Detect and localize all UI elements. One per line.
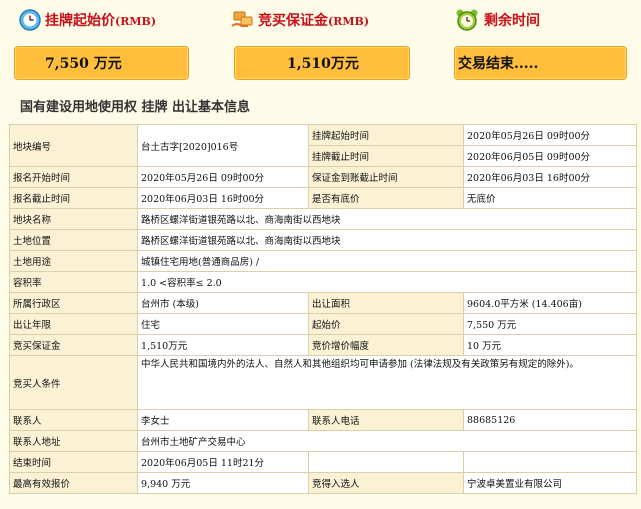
empty-cell xyxy=(308,451,464,473)
remaining-time-value: 交易结束..... xyxy=(458,56,539,72)
table-row: 联系人 李女士 联系人电话 88685126 xyxy=(9,409,637,431)
signup-start-value: 2020年05月26日 09时00分 xyxy=(137,166,309,188)
hands-money-icon xyxy=(230,8,256,32)
far-value: 1.0 <容积率≤ 2.0 xyxy=(137,271,637,293)
alarm-clock-icon xyxy=(454,8,480,32)
start-price-row-value: 7,550 万元 xyxy=(463,313,637,335)
table-row: 结束时间 2020年06月05日 11时21分 xyxy=(9,451,637,473)
table-row: 地块名称 路桥区螺洋街道银苑路以北、商海南街以西地块 xyxy=(9,208,637,230)
signup-end-value: 2020年06月03日 16时00分 xyxy=(137,187,309,209)
parcel-name-value: 路桥区螺洋街道银苑路以北、商海南街以西地块 xyxy=(137,208,637,230)
table-row: 出让年限 住宅 起始价 7,550 万元 xyxy=(9,313,637,335)
table-row: 最高有效报价 9,940 万元 竞得入选人 宁波卓美置业有限公司 xyxy=(9,472,637,494)
table-row: 竞买人条件 中华人民共和国境内外的法人、自然人和其他组织均可申请参加 (法律法规… xyxy=(9,355,637,410)
parcel-no-label: 地块编号 xyxy=(9,124,138,167)
remaining-time-box: 交易结束..... xyxy=(454,46,627,80)
clock-icon xyxy=(17,8,43,32)
start-price-row-label: 起始价 xyxy=(308,313,464,335)
listing-end-label: 挂牌截止时间 xyxy=(308,145,464,167)
conditions-value: 中华人民共和国境内外的法人、自然人和其他组织均可申请参加 (法律法规及有关政策另… xyxy=(137,355,637,410)
contact-value: 李女士 xyxy=(137,409,309,431)
increment-label: 竞价增价幅度 xyxy=(308,334,464,356)
table-row: 土地用途 城镇住宅用地(普通商品房) / xyxy=(9,250,637,272)
signup-start-label: 报名开始时间 xyxy=(9,166,138,188)
land-usage-label: 土地用途 xyxy=(9,250,138,272)
reserve-price-value: 无底价 xyxy=(463,187,637,209)
start-price-label: 挂牌起始价(RMB) xyxy=(45,13,157,29)
district-value: 台州市 (本级) xyxy=(137,292,309,314)
address-label: 联系人地址 xyxy=(9,430,138,452)
signup-end-label: 报名截止时间 xyxy=(9,187,138,209)
listing-start-label: 挂牌起始时间 xyxy=(308,124,464,146)
table-row: 竞买保证金 1,510万元 竞价增价幅度 10 万元 xyxy=(9,334,637,356)
reserve-price-label: 是否有底价 xyxy=(308,187,464,209)
empty-cell xyxy=(463,451,637,473)
land-auction-page: 挂牌起始价(RMB) 7,550 万元 竞买保证金(RMB) 1,510万元 剩… xyxy=(0,0,641,509)
phone-label: 联系人电话 xyxy=(308,409,464,431)
table-row: 报名开始时间 2020年05月26日 09时00分 保证金到账截止时间 2020… xyxy=(9,166,637,188)
parcel-name-label: 地块名称 xyxy=(9,208,138,230)
end-time-label: 结束时间 xyxy=(9,451,138,473)
deposit-deadline-label: 保证金到账截止时间 xyxy=(308,166,464,188)
remaining-time-label: 剩余时间 xyxy=(484,13,540,29)
increment-value: 10 万元 xyxy=(463,334,637,356)
parcel-no-value: 台土古字[2020]016号 xyxy=(137,124,309,167)
land-usage-value: 城镇住宅用地(普通商品房) / xyxy=(137,250,637,272)
contact-label: 联系人 xyxy=(9,409,138,431)
winner-value: 宁波卓美置业有限公司 xyxy=(463,472,637,494)
deposit-deadline-value: 2020年06月03日 16时00分 xyxy=(463,166,637,188)
address-value: 台州市土地矿产交易中心 xyxy=(137,430,637,452)
top-bid-label: 最高有效报价 xyxy=(9,472,138,494)
listing-end-value: 2020年06月05日 09时00分 xyxy=(463,145,637,167)
location-label: 土地位置 xyxy=(9,229,138,251)
term-value: 住宅 xyxy=(137,313,309,335)
table-row: 地块编号 台土古字[2020]016号 挂牌起始时间 2020年05月26日 0… xyxy=(9,124,637,167)
bid-deposit-label: 竞买保证金 xyxy=(9,334,138,356)
conditions-label: 竞买人条件 xyxy=(9,355,138,410)
end-time-value: 2020年06月05日 11时21分 xyxy=(137,451,309,473)
table-row: 土地位置 路桥区螺洋街道银苑路以北、商海南街以西地块 xyxy=(9,229,637,251)
table-row: 所属行政区 台州市 (本级) 出让面积 9604.0平方米 (14.406亩) xyxy=(9,292,637,314)
location-value: 路桥区螺洋街道银苑路以北、商海南街以西地块 xyxy=(137,229,637,251)
listing-start-value: 2020年05月26日 09时00分 xyxy=(463,124,637,146)
far-label: 容积率 xyxy=(9,271,138,293)
land-info-table: 地块编号 台土古字[2020]016号 挂牌起始时间 2020年05月26日 0… xyxy=(9,124,637,494)
start-price-value: 7,550 万元 xyxy=(45,56,122,72)
summary-header: 挂牌起始价(RMB) 7,550 万元 竞买保证金(RMB) 1,510万元 剩… xyxy=(0,0,641,88)
table-row: 联系人地址 台州市土地矿产交易中心 xyxy=(9,430,637,452)
term-label: 出让年限 xyxy=(9,313,138,335)
start-price-box: 7,550 万元 xyxy=(14,46,189,80)
area-value: 9604.0平方米 (14.406亩) xyxy=(463,292,637,314)
table-row: 容积率 1.0 <容积率≤ 2.0 xyxy=(9,271,637,293)
district-label: 所属行政区 xyxy=(9,292,138,314)
bid-deposit-value: 1,510万元 xyxy=(137,334,309,356)
deposit-label: 竞买保证金(RMB) xyxy=(258,13,370,29)
table-row: 报名截止时间 2020年06月03日 16时00分 是否有底价 无底价 xyxy=(9,187,637,209)
section-title: 国有建设用地使用权 挂牌 出让基本信息 xyxy=(20,100,251,115)
deposit-box: 1,510万元 xyxy=(234,46,410,80)
area-label: 出让面积 xyxy=(308,292,464,314)
top-bid-value: 9,940 万元 xyxy=(137,472,309,494)
winner-label: 竞得入选人 xyxy=(308,472,464,494)
phone-value: 88685126 xyxy=(463,409,637,431)
deposit-value: 1,510万元 xyxy=(287,56,359,72)
